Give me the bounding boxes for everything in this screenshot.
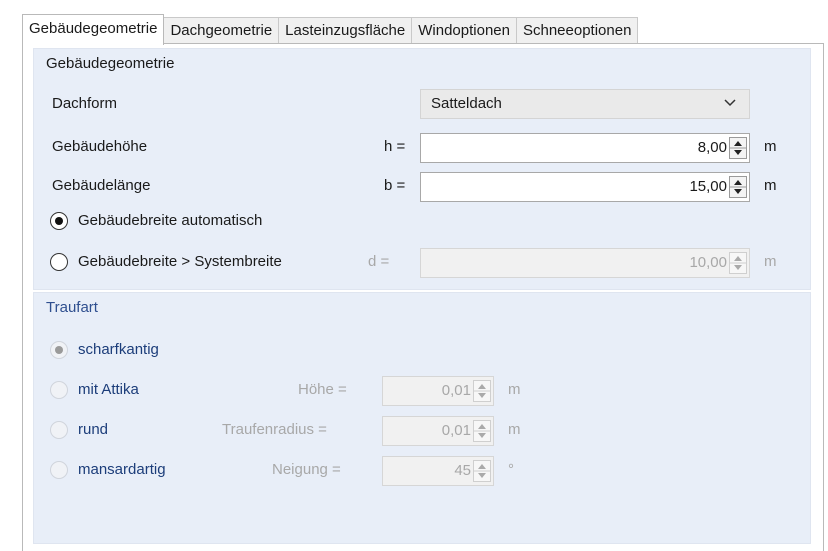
dialog-window: Gebäudegeometrie Dachgeometrie Lasteinzu… [10, 0, 824, 551]
length-symbol: b = [384, 177, 406, 194]
eaves-radius-label: Traufenradius = [222, 421, 327, 438]
width-system-input[interactable]: 10,00 [420, 248, 750, 278]
eaves-mansard-radio[interactable] [50, 461, 68, 479]
attika-height-spinner[interactable] [473, 380, 491, 402]
spin-arrows-icon [474, 384, 490, 398]
spin-arrows-icon [730, 141, 746, 155]
eaves-group: Traufart scharfkantig mit Attika Höhe = … [33, 292, 811, 544]
geometry-group-title: Gebäudegeometrie [46, 55, 175, 72]
width-system-unit: m [764, 253, 777, 270]
width-auto-label[interactable]: Gebäudebreite automatisch [78, 212, 262, 229]
mansard-slope-label: Neigung = [272, 461, 341, 478]
eaves-radius-spinner[interactable] [473, 420, 491, 442]
width-system-radio[interactable] [50, 253, 68, 271]
mansard-slope-unit: ° [508, 461, 514, 478]
tab-bar: Gebäudegeometrie Dachgeometrie Lasteinzu… [22, 14, 639, 45]
spin-arrows-icon [730, 180, 746, 194]
eaves-sharp-radio[interactable] [50, 341, 68, 359]
roof-form-label: Dachform [52, 95, 118, 112]
spin-arrows-icon [730, 256, 746, 270]
attika-height-value: 0,01 [441, 382, 471, 399]
chevron-down-icon [724, 99, 736, 107]
attika-height-unit: m [508, 381, 521, 398]
width-system-value: 10,00 [689, 254, 727, 271]
eaves-radius-unit: m [508, 421, 521, 438]
height-value: 8,00 [697, 139, 727, 156]
eaves-mansard-label[interactable]: mansardartig [78, 461, 166, 478]
height-input[interactable]: 8,00 [420, 133, 750, 163]
roof-form-value: Satteldach [431, 95, 502, 112]
tab-lasteinzugsflaeche[interactable]: Lasteinzugsfläche [278, 17, 413, 44]
length-spinner[interactable] [729, 176, 747, 198]
height-spinner[interactable] [729, 137, 747, 159]
height-symbol: h = [384, 138, 406, 155]
length-unit: m [764, 177, 777, 194]
tab-windoptionen[interactable]: Windoptionen [411, 17, 517, 44]
tab-dachgeometrie[interactable]: Dachgeometrie [163, 17, 280, 44]
width-auto-radio[interactable] [50, 212, 68, 230]
spin-arrows-icon [474, 464, 490, 478]
tab-panel: Gebäudegeometrie Dachform Satteldach Geb… [22, 43, 824, 551]
eaves-attika-label[interactable]: mit Attika [78, 381, 139, 398]
height-unit: m [764, 138, 777, 155]
attika-height-label: Höhe = [298, 381, 347, 398]
height-label: Gebäudehöhe [52, 138, 148, 155]
spin-arrows-icon [474, 424, 490, 438]
roof-form-select[interactable]: Satteldach [420, 89, 750, 119]
length-value: 15,00 [689, 178, 727, 195]
eaves-round-radio[interactable] [50, 421, 68, 439]
mansard-slope-input[interactable]: 45 [382, 456, 494, 486]
mansard-slope-spinner[interactable] [473, 460, 491, 482]
tab-gebaeudegeometrie[interactable]: Gebäudegeometrie [22, 14, 165, 45]
eaves-sharp-label[interactable]: scharfkantig [78, 341, 159, 358]
tab-schneeoptionen[interactable]: Schneeoptionen [515, 17, 639, 44]
length-input[interactable]: 15,00 [420, 172, 750, 202]
geometry-group: Gebäudegeometrie Dachform Satteldach Geb… [33, 48, 811, 290]
width-system-label[interactable]: Gebäudebreite > Systembreite [78, 253, 282, 270]
eaves-group-title: Traufart [46, 299, 98, 316]
eaves-attika-radio[interactable] [50, 381, 68, 399]
length-label: Gebäudelänge [52, 177, 151, 194]
width-system-spinner[interactable] [729, 252, 747, 274]
mansard-slope-value: 45 [454, 462, 471, 479]
eaves-radius-value: 0,01 [441, 422, 471, 439]
eaves-radius-input[interactable]: 0,01 [382, 416, 494, 446]
eaves-round-label[interactable]: rund [78, 421, 108, 438]
width-system-symbol: d = [368, 253, 390, 270]
attika-height-input[interactable]: 0,01 [382, 376, 494, 406]
